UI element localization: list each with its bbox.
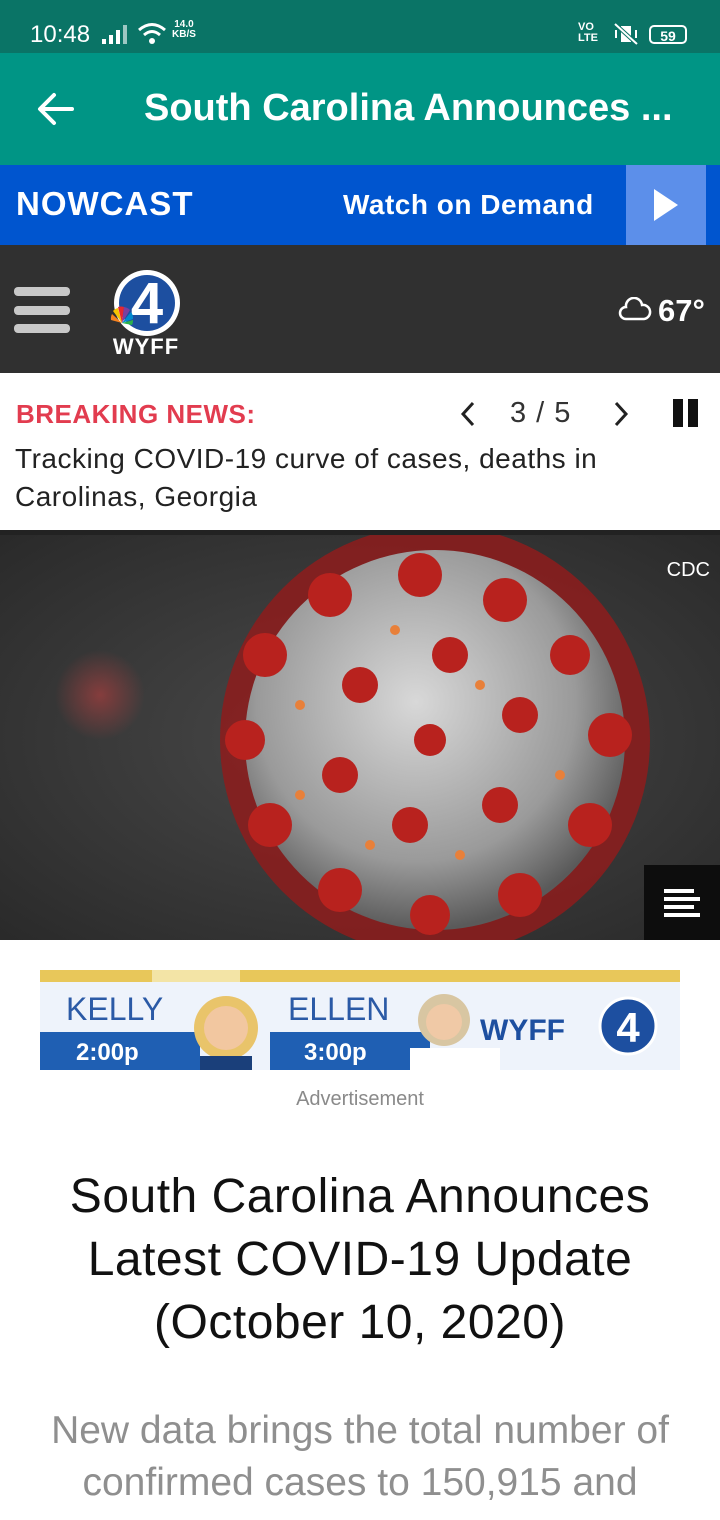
gallery-button[interactable]	[644, 865, 720, 940]
nowcast-brand[interactable]: NOWCAST	[16, 185, 193, 223]
advertisement-banner[interactable]: KELLY 2:00p ELLEN 3:00p WYFF 4	[40, 970, 680, 1070]
ad-host2: ELLEN	[288, 991, 389, 1027]
battery-indicator: 59	[649, 25, 687, 44]
coronavirus-illustration	[0, 535, 720, 940]
wyff4-logo[interactable]: 4 WYFF	[100, 265, 200, 360]
vibrate-mute-icon	[613, 22, 639, 46]
pause-icon[interactable]	[672, 399, 700, 427]
breaking-news-headline[interactable]: Tracking COVID-19 curve of cases, deaths…	[15, 440, 705, 516]
nowcast-bar[interactable]: NOWCAST Watch on Demand	[0, 165, 720, 245]
play-icon	[654, 189, 678, 221]
arrow-left-icon[interactable]	[36, 89, 76, 129]
logo-text: WYFF	[113, 334, 179, 359]
app-bar: South Carolina Announces ...	[0, 53, 720, 165]
breaking-news-counter: 3 / 5	[510, 397, 572, 429]
breaking-news-label: BREAKING NEWS:	[16, 399, 256, 429]
text-align-left-icon	[664, 889, 700, 917]
svg-text:4: 4	[616, 1004, 640, 1051]
chevron-left-icon[interactable]	[455, 399, 481, 429]
chevron-right-icon[interactable]	[608, 399, 634, 429]
svg-text:4: 4	[131, 271, 163, 336]
status-bar: 10:48 14.0 KB/S VO LTE 59	[0, 0, 720, 53]
wifi-icon	[138, 23, 166, 44]
play-button[interactable]	[626, 165, 706, 245]
article-subtitle: New data brings the total number of conf…	[51, 1409, 669, 1504]
temperature[interactable]: 67°	[658, 293, 705, 329]
signal-icon	[102, 25, 127, 44]
article-title: South Carolina Announces Latest COVID-19…	[69, 1170, 651, 1349]
app-bar-title: South Carolina Announces ...	[144, 87, 673, 129]
volte-indicator: VO LTE	[578, 22, 598, 44]
site-header: 4 WYFF 67°	[0, 245, 720, 373]
hamburger-menu-icon[interactable]	[14, 287, 70, 333]
watch-on-demand-link[interactable]: Watch on Demand	[343, 189, 594, 221]
ad-time1: 2:00p	[76, 1039, 139, 1066]
status-time: 10:48	[30, 21, 91, 48]
image-credit: CDC	[666, 559, 710, 581]
advertisement-label: Advertisement	[296, 1088, 424, 1110]
volte-line2: LTE	[578, 32, 598, 44]
ad-host1: KELLY	[66, 991, 163, 1027]
cloud-icon	[618, 297, 652, 321]
network-speed: 14.0 KB/S	[172, 20, 196, 40]
ad-time2: 3:00p	[304, 1039, 367, 1066]
ad-graphic: KELLY 2:00p ELLEN 3:00p WYFF 4	[40, 970, 680, 1070]
hero-image[interactable]: CDC	[0, 530, 720, 940]
ad-brand: WYFF	[480, 1014, 565, 1047]
speed-unit: KB/S	[172, 29, 196, 40]
breaking-news-ticker: BREAKING NEWS: 3 / 5 Tracking COVID-19 c…	[0, 373, 720, 530]
